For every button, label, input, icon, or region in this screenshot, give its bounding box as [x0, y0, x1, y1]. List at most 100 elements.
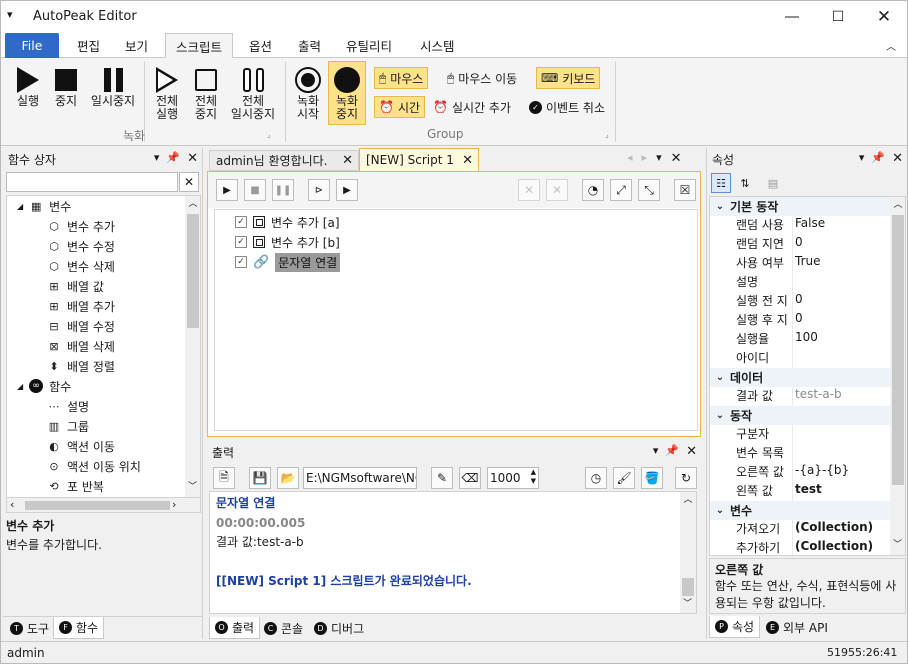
mouse-move-toggle[interactable]: 🖱 마우스 이동: [443, 67, 521, 89]
clear-search-button[interactable]: ✕: [179, 172, 199, 192]
property-row[interactable]: 왼쪽 값 test: [710, 482, 890, 501]
property-row[interactable]: 실행 후 지0: [710, 311, 890, 330]
eraser-icon[interactable]: ⌫: [459, 467, 481, 489]
scrollbar-thumb[interactable]: [682, 578, 694, 596]
script-item-selected[interactable]: ✓ 🔗 문자열 연결: [235, 252, 341, 272]
tab-console[interactable]: C 콘솔: [259, 617, 308, 639]
tree-item[interactable]: ⊠ 배열 삭제: [47, 336, 115, 356]
tab-tools[interactable]: T 도구: [5, 617, 54, 639]
checkbox[interactable]: ✓: [235, 256, 247, 268]
doc-tab-welcome[interactable]: admin님 환영합니다. ✕: [209, 150, 359, 171]
maximize-button[interactable]: ☐: [815, 1, 861, 32]
record-start-button[interactable]: 녹화 시작: [290, 65, 326, 121]
close-icon[interactable]: ✕: [892, 151, 903, 166]
chevron-down-icon[interactable]: ⌄: [710, 201, 730, 212]
timer-icon[interactable]: ◔: [582, 179, 604, 201]
play-button[interactable]: 실행: [11, 65, 45, 108]
property-category[interactable]: ⌄ 데이터: [710, 368, 890, 387]
realtime-add-toggle[interactable]: ⏰ 실시간 추가: [429, 96, 515, 118]
tree-item[interactable]: ⬡ 변수 수정: [47, 236, 115, 256]
dropdown-icon[interactable]: ▾: [653, 444, 659, 459]
run-all-button[interactable]: 전체 실행: [149, 65, 185, 121]
stop-script-button[interactable]: ■: [244, 179, 266, 201]
new-log-icon[interactable]: 🗎: [213, 467, 235, 489]
stop-button[interactable]: 중지: [49, 65, 83, 108]
categorized-view-icon[interactable]: ☷: [711, 173, 731, 193]
tab-edit[interactable]: 편집: [67, 33, 110, 58]
property-row[interactable]: 실행 전 지0: [710, 292, 890, 311]
record-stop-button[interactable]: 녹화 중지: [328, 61, 366, 125]
mouse-toggle[interactable]: 🖱 마우스: [374, 67, 429, 89]
close-button[interactable]: ✕: [861, 1, 907, 32]
tab-properties[interactable]: P 속성: [709, 616, 761, 638]
chevron-down-icon[interactable]: ⌄: [710, 505, 730, 516]
log-path-input[interactable]: E:\NGMsoftware\NG: [303, 467, 417, 489]
folder-icon[interactable]: 📂: [277, 467, 299, 489]
tab-output-log[interactable]: O 출력: [209, 617, 261, 639]
pause-all-button[interactable]: 전체 일시중지: [227, 65, 279, 121]
tab-options[interactable]: 옵션: [239, 33, 282, 58]
scroll-left-icon[interactable]: ◂: [627, 151, 633, 166]
refresh-icon[interactable]: ↻: [675, 467, 697, 489]
property-row[interactable]: 변수 목록: [710, 444, 890, 463]
tree-item[interactable]: ⊟ 배열 수정: [47, 316, 115, 336]
system-menu-icon[interactable]: ▾: [7, 8, 13, 21]
close-icon[interactable]: ✕: [187, 151, 198, 166]
tree-item[interactable]: ⬍ 배열 정렬: [47, 356, 115, 376]
tab-debug[interactable]: D 디버그: [309, 617, 369, 639]
property-row[interactable]: 랜덤 사용 False: [710, 216, 890, 235]
disable-button[interactable]: ✕: [518, 179, 540, 201]
checkbox[interactable]: ✓: [235, 216, 247, 228]
close-icon[interactable]: ✕: [342, 153, 353, 168]
collapse-ribbon-icon[interactable]: ︿: [886, 38, 896, 53]
event-cancel-toggle[interactable]: ✓ 이벤트 취소: [525, 96, 609, 118]
tree-category[interactable]: ◢ ∞ 함수: [17, 376, 71, 396]
tab-functions[interactable]: F 함수: [53, 617, 105, 639]
property-row[interactable]: 실행율 100: [710, 330, 890, 349]
property-scrollbar[interactable]: ︿ ﹀: [890, 197, 905, 555]
property-pages-icon[interactable]: ▤: [763, 173, 783, 193]
interval-stepper[interactable]: 1000 ▲ ▼: [487, 467, 539, 489]
tab-view[interactable]: 보기: [115, 33, 158, 58]
time-toggle[interactable]: ⏰ 시간: [374, 96, 426, 118]
dialog-launcher-icon[interactable]: ⌟: [267, 130, 271, 139]
tree-item[interactable]: ◐ 액션 이동: [47, 436, 115, 456]
clear-brush-icon[interactable]: ✎: [431, 467, 453, 489]
scroll-right-icon[interactable]: ▸: [642, 151, 648, 166]
pin-icon[interactable]: 📌: [871, 151, 885, 166]
property-row[interactable]: 랜덤 지연 0: [710, 235, 890, 254]
pin-icon[interactable]: 📌: [166, 151, 180, 166]
property-category[interactable]: ⌄ 동작: [710, 406, 890, 425]
property-row[interactable]: 사용 여부 True: [710, 254, 890, 273]
chevron-down-icon[interactable]: ⌄: [710, 372, 730, 383]
breakpoint-icon[interactable]: ☒: [674, 179, 696, 201]
tree-item[interactable]: ⊙ 액션 이동 위치: [47, 456, 140, 476]
tree-item[interactable]: ⬡ 변수 추가: [47, 216, 115, 236]
save-icon[interactable]: 💾: [249, 467, 271, 489]
property-row[interactable]: 결과 값 test-a-b: [710, 387, 890, 406]
run-from-button[interactable]: ▶: [336, 179, 358, 201]
property-row[interactable]: 설명: [710, 273, 890, 292]
tree-scrollbar[interactable]: ︿ ﹀: [185, 196, 200, 497]
search-input[interactable]: [6, 172, 178, 192]
clock-icon[interactable]: ◷: [585, 467, 607, 489]
dropdown-icon[interactable]: ▾: [656, 151, 662, 166]
close-icon[interactable]: ✕: [686, 444, 697, 459]
tree-item[interactable]: ▥ 그룹: [47, 416, 89, 436]
chevron-down-icon[interactable]: ⌄: [710, 410, 730, 421]
property-row[interactable]: 구분자: [710, 425, 890, 444]
script-item[interactable]: ✓ 변수 추가 [b]: [235, 232, 340, 252]
property-row[interactable]: 아이디: [710, 349, 890, 368]
property-row[interactable]: 가져오기 (Collection): [710, 520, 890, 539]
expander-icon[interactable]: ◢: [17, 202, 23, 211]
dialog-launcher-icon[interactable]: ⌟: [605, 130, 609, 139]
paint-bucket-icon[interactable]: 🪣: [641, 467, 663, 489]
run-script-button[interactable]: ▶: [216, 179, 238, 201]
property-category[interactable]: ⌄ 기본 동작: [710, 197, 890, 216]
tree-item[interactable]: ⊞ 배열 값: [47, 276, 104, 296]
checkbox[interactable]: ✓: [235, 236, 247, 248]
close-icon[interactable]: ✕: [462, 153, 473, 168]
keyboard-toggle[interactable]: ⌨ 키보드: [536, 67, 601, 89]
property-category[interactable]: ⌄ 변수: [710, 501, 890, 520]
scrollbar-thumb[interactable]: [187, 214, 199, 328]
